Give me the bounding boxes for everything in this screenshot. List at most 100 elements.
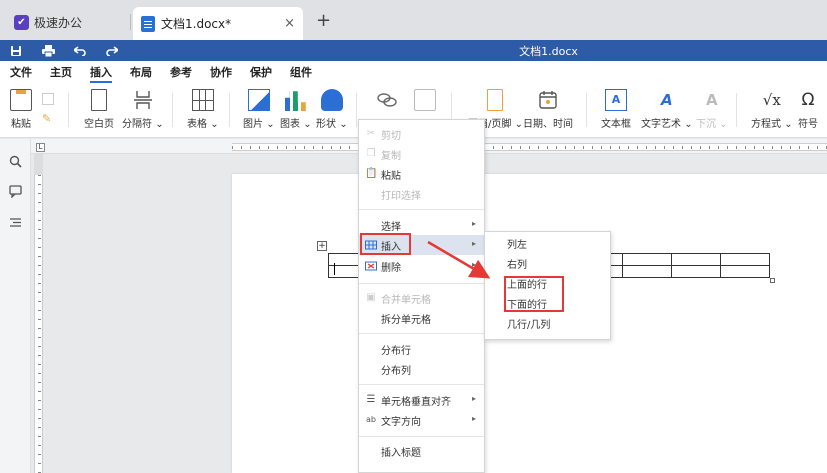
app-tab[interactable]: ✔ 极速办公 <box>6 8 90 36</box>
menu-item-copy[interactable]: ❐ 复制 <box>359 144 484 164</box>
ribbon-separator <box>68 93 69 127</box>
table-move-handle[interactable]: + <box>317 241 327 251</box>
paste-label: 粘贴 <box>11 119 31 130</box>
outline-icon[interactable] <box>8 216 23 231</box>
menu-item-cut[interactable]: ✂ 剪切 <box>359 124 484 144</box>
text-direction-icon: ab <box>366 415 376 424</box>
menu-item-label: 剪切 <box>381 130 401 142</box>
search-icon[interactable] <box>8 155 23 170</box>
menu-references[interactable]: 参考 <box>170 61 192 85</box>
submenu-item-rows-cols[interactable]: 几行/几列 <box>485 316 610 336</box>
menu-collaborate[interactable]: 协作 <box>210 61 232 85</box>
menu-separator <box>359 333 484 334</box>
submenu-item-col-left[interactable]: 列左 <box>485 236 610 256</box>
menu-file[interactable]: 文件 <box>10 61 32 85</box>
merge-cells-icon: ▣ <box>366 292 376 303</box>
menu-item-label: 打印选择 <box>381 190 421 202</box>
comment-icon[interactable] <box>8 185 23 200</box>
copy-icon: ❐ <box>366 148 376 159</box>
menu-item-label: 复制 <box>381 150 401 162</box>
menu-item-label: 单元格垂直对齐 <box>381 396 451 408</box>
page-break-button[interactable]: 分隔符 ⌄ <box>122 89 164 130</box>
table-icon <box>191 89 214 111</box>
chart-icon <box>284 91 306 111</box>
ribbon-separator <box>172 93 173 127</box>
menu-home[interactable]: 主页 <box>50 61 72 85</box>
ribbon-separator <box>736 93 737 127</box>
textbox-icon: A <box>605 89 627 111</box>
format-painter-icon: ✎ <box>42 112 52 125</box>
menu-item-merge-cells[interactable]: ▣ 合并单元格 <box>359 288 484 308</box>
page-break-label: 分隔符 ⌄ <box>122 119 164 130</box>
submenu-arrow-icon: ▸ <box>471 394 476 403</box>
tab-separator <box>130 14 131 30</box>
blank-page-label: 空白页 <box>84 119 114 130</box>
textbox-label: 文本框 <box>601 119 631 130</box>
table-resize-handle[interactable] <box>770 278 775 283</box>
dropcap-button[interactable]: A 下沉 ⌄ <box>696 89 728 130</box>
table-button[interactable]: 表格 ⌄ <box>187 89 219 130</box>
menu-item-select[interactable]: 选择 ▸ <box>359 215 484 235</box>
comment-button[interactable] <box>414 89 436 115</box>
menu-layout[interactable]: 布局 <box>130 61 152 85</box>
menu-item-text-direction[interactable]: ab 文字方向 ▸ <box>359 410 484 430</box>
table-cell[interactable] <box>671 253 721 266</box>
ribbon-separator <box>586 93 587 127</box>
menu-item-distribute-cols[interactable]: 分布列 <box>359 359 484 379</box>
app-logo-icon: ✔ <box>14 14 29 30</box>
table-cell[interactable] <box>622 265 672 278</box>
tab-stop-selector[interactable]: L <box>36 143 45 152</box>
clipboard-icon: 📋 <box>365 168 378 179</box>
menu-item-insert-caption[interactable]: 插入标题 <box>359 441 484 461</box>
app-tab-label: 极速办公 <box>34 15 83 30</box>
wordart-button[interactable]: A 文字艺术 ⌄ <box>641 89 693 130</box>
shape-button[interactable]: 形状 ⌄ <box>316 89 348 130</box>
submenu-arrow-icon: ▸ <box>471 414 476 423</box>
calendar-icon <box>537 89 559 111</box>
tab-bar: ✔ 极速办公 文档1.docx* × + <box>0 0 827 40</box>
ruler-track[interactable] <box>232 143 827 151</box>
table-label: 表格 ⌄ <box>187 119 219 130</box>
menu-protect[interactable]: 保护 <box>250 61 272 85</box>
ribbon-separator <box>356 93 357 127</box>
vertical-ruler <box>34 175 43 473</box>
vertical-align-icon: ☰ <box>366 394 376 405</box>
header-footer-icon <box>487 89 504 111</box>
menu-item-paste[interactable]: 📋 粘贴 <box>359 164 484 184</box>
menu-item-cell-vertical-align[interactable]: ☰ 单元格垂直对齐 ▸ <box>359 390 484 410</box>
close-icon[interactable]: × <box>284 16 295 31</box>
document-tab-label: 文档1.docx* <box>161 17 232 31</box>
tab-document[interactable]: 文档1.docx* × <box>133 7 303 40</box>
ribbon-separator <box>229 93 230 127</box>
date-time-button[interactable]: 日期、时间 <box>523 89 573 130</box>
textbox-button[interactable]: A 文本框 <box>601 89 631 130</box>
blank-page-button[interactable]: 空白页 <box>84 89 114 130</box>
symbol-button[interactable]: Ω 符号 <box>797 89 819 130</box>
copy-format-button[interactable]: ✎ <box>42 93 54 129</box>
menu-item-distribute-rows[interactable]: 分布行 <box>359 339 484 359</box>
link-button[interactable] <box>376 89 398 115</box>
menu-item-delete[interactable]: 删除 ▸ <box>359 256 484 276</box>
paste-button[interactable]: 粘贴 <box>10 89 32 130</box>
symbol-label: 符号 <box>798 119 818 130</box>
menu-item-split-cells[interactable]: 拆分单元格 <box>359 308 484 328</box>
menu-components[interactable]: 组件 <box>290 61 312 85</box>
submenu-item-col-right[interactable]: 右列 <box>485 256 610 276</box>
comment-icon <box>414 89 436 111</box>
table-cell[interactable] <box>720 253 770 266</box>
table-cell[interactable] <box>622 253 672 266</box>
menu-insert[interactable]: 插入 <box>90 61 112 85</box>
menu-separator <box>359 384 484 385</box>
image-button[interactable]: 图片 ⌄ <box>243 89 275 130</box>
equation-icon: √x <box>762 91 781 109</box>
new-tab-button[interactable]: + <box>316 12 331 30</box>
menu-item-print-selection[interactable]: 打印选择 <box>359 184 484 204</box>
menu-item-label: 拆分单元格 <box>381 314 431 326</box>
menu-item-label: 插入标题 <box>381 447 421 459</box>
equation-button[interactable]: √x 方程式 ⌄ <box>751 89 793 130</box>
chart-button[interactable]: 图表 ⌄ <box>280 89 312 130</box>
table-cell[interactable] <box>720 265 770 278</box>
dropcap-label: 下沉 ⌄ <box>696 119 728 130</box>
table-cell[interactable] <box>671 265 721 278</box>
wordart-label: 文字艺术 ⌄ <box>641 119 693 130</box>
